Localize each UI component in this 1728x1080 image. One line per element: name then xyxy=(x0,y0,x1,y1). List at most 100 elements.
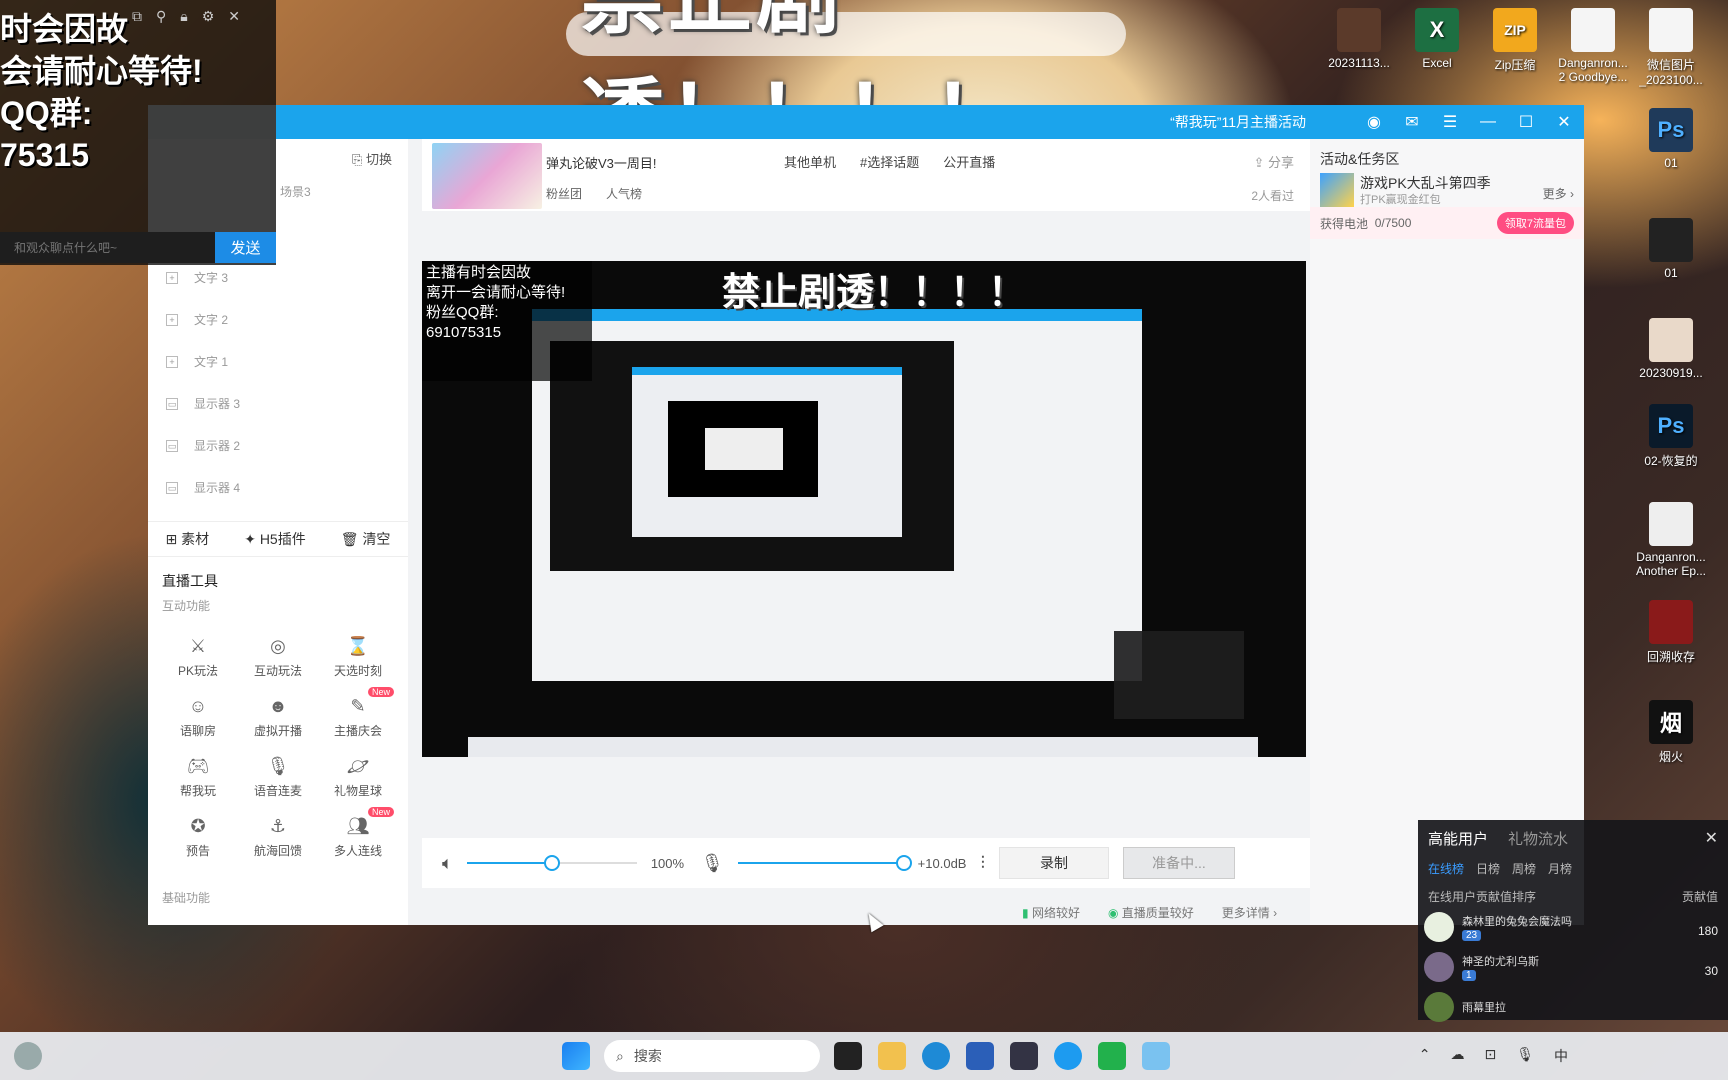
share-button[interactable]: ⇪ 分享 xyxy=(1253,152,1294,171)
fans-button[interactable]: 粉丝团 xyxy=(546,185,582,202)
tab-online[interactable]: 在线榜 xyxy=(1428,860,1464,877)
start-live-button[interactable]: 准备中... xyxy=(1122,847,1235,879)
close-icon[interactable]: ✕ xyxy=(1554,112,1574,132)
source-item[interactable]: + 文字 3 xyxy=(166,269,228,286)
gear-icon[interactable]: ⚙ xyxy=(202,8,215,25)
switch-scene-button[interactable]: ⎘ 切换 xyxy=(352,149,392,168)
event-link[interactable]: “帮我玩”11月主播活动 xyxy=(1170,112,1306,132)
browser-icon[interactable] xyxy=(1054,1042,1082,1070)
desktop-icon[interactable]: 20230919... xyxy=(1634,318,1708,380)
volume-knob[interactable] xyxy=(543,855,560,871)
stream-title[interactable]: 弹丸论破V3一周目! xyxy=(546,153,657,172)
source-item[interactable]: + 文字 2 xyxy=(166,311,228,328)
tool-preview[interactable]: ✪ 预告 xyxy=(158,813,238,859)
desktop-icon[interactable]: 01 xyxy=(1634,218,1708,280)
desktop-icon[interactable]: 20231113... xyxy=(1322,8,1396,70)
topic-link[interactable]: #选择话题 xyxy=(860,152,919,171)
task-view-icon[interactable] xyxy=(834,1042,862,1070)
source-item[interactable]: ▭ 显示器 3 xyxy=(166,395,240,412)
more-details-link[interactable]: 更多详情 › xyxy=(1222,904,1277,921)
source-item[interactable]: + 文字 1 xyxy=(166,353,228,370)
tool-mic-link[interactable]: 🎙︎ 语音连麦 xyxy=(238,753,318,799)
tab-week[interactable]: 周榜 xyxy=(1512,860,1536,877)
file-explorer-icon[interactable] xyxy=(878,1042,906,1070)
live-app-icon[interactable] xyxy=(1142,1042,1170,1070)
menu-icon[interactable]: ☰ xyxy=(1440,112,1460,132)
popularity-button[interactable]: 人气榜 xyxy=(606,185,642,202)
minimize-icon[interactable]: — xyxy=(1478,113,1498,131)
desktop-icon-psd[interactable]: Ps 01 xyxy=(1634,108,1708,170)
taskbar-search[interactable]: ⌕ 搜索 xyxy=(604,1040,820,1072)
tab-high-energy[interactable]: 高能用户 xyxy=(1428,828,1488,849)
tool-gift-planet[interactable]: 🪐︎ 礼物星球 xyxy=(318,753,398,799)
mic-slider[interactable] xyxy=(737,855,912,871)
tool-help-play[interactable]: 🎮︎ 帮我玩 xyxy=(158,753,238,799)
scene-name[interactable]: 场景3 xyxy=(280,183,311,200)
send-button[interactable]: 发送 xyxy=(215,232,276,263)
cloud-icon[interactable]: ☁ xyxy=(1450,1046,1464,1066)
chevron-up-icon[interactable]: ⌃ xyxy=(1419,1046,1431,1066)
record-button[interactable]: 录制 xyxy=(998,847,1109,879)
stream-preview[interactable]: 禁止剧透！！！！ 主播有时会因故 离开一会请耐心等待! 粉丝QQ群: 69107… xyxy=(422,261,1306,757)
cover-thumbnail[interactable] xyxy=(432,143,542,209)
chat-input[interactable] xyxy=(0,232,215,263)
popout-icon[interactable]: ⧉ xyxy=(132,8,142,25)
game-banner-image[interactable] xyxy=(1320,173,1354,207)
lock-icon[interactable]: 🔒︎ xyxy=(180,8,187,25)
tool-voyage[interactable]: ⚓ 航海回馈 xyxy=(238,813,318,859)
close-icon[interactable]: ✕ xyxy=(1705,828,1718,848)
tab-gift-flow[interactable]: 礼物流水 xyxy=(1508,828,1568,849)
wechat-icon[interactable] xyxy=(1098,1042,1126,1070)
tool-celebrate[interactable]: New ✎ 主播庆会 xyxy=(318,687,398,739)
desktop-icon-excel[interactable]: X Excel xyxy=(1400,8,1474,70)
tab-day[interactable]: 日榜 xyxy=(1476,860,1500,877)
pin-icon[interactable]: ⚲ xyxy=(156,8,166,25)
desktop-icon[interactable]: 烟烟火 xyxy=(1634,700,1708,765)
ime-indicator[interactable]: 中 xyxy=(1554,1046,1568,1066)
app-icon[interactable] xyxy=(1010,1042,1038,1070)
desktop-icon[interactable]: Danganron... Another Ep... xyxy=(1634,502,1708,578)
tab-month[interactable]: 月榜 xyxy=(1548,860,1572,877)
maximize-icon[interactable]: ☐ xyxy=(1516,112,1536,132)
avatar[interactable]: ◉ xyxy=(1364,112,1384,132)
user-row[interactable]: 神圣的尤利乌斯 1 xyxy=(1424,952,1539,982)
tool-lucky[interactable]: ⌛ 天选时刻 xyxy=(318,633,398,679)
tool-voice-room[interactable]: ☺ 语聊房 xyxy=(158,693,238,739)
mixer-icon[interactable]: ⫶ xyxy=(980,853,985,874)
desktop-icon-zip[interactable]: ZIP Zip压缩 xyxy=(1478,8,1552,73)
source-item[interactable]: ▭ 显示器 2 xyxy=(166,437,240,454)
user-row[interactable]: 雨幕里拉 xyxy=(1424,992,1506,1022)
game-title[interactable]: 游戏PK大乱斗第四季 xyxy=(1360,173,1491,193)
tool-virtual[interactable]: ☻ 虚拟开播 xyxy=(238,693,318,739)
desktop-icon-psd[interactable]: Ps 02-恢复的 xyxy=(1634,404,1708,469)
tool-interact[interactable]: ◎ 互动玩法 xyxy=(238,633,318,679)
material-button[interactable]: ⊞ 素材 xyxy=(166,529,210,549)
desktop-icon[interactable]: Danganron... 2 Goodbye... xyxy=(1556,8,1630,84)
mail-icon[interactable]: ✉ xyxy=(1402,112,1422,132)
category-link[interactable]: 其他单机 xyxy=(784,152,836,171)
user-name: 森林里的兔兔会魔法吗 xyxy=(1462,916,1572,928)
mic-icon[interactable]: 🎙︎ xyxy=(701,853,724,874)
tool-multi-link[interactable]: New 👥︎ 多人连线 xyxy=(318,807,398,859)
network-icon[interactable]: ⊡ xyxy=(1484,1046,1496,1066)
more-link[interactable]: 更多 › xyxy=(1543,185,1574,202)
mic-knob[interactable] xyxy=(895,855,912,871)
claim-button[interactable]: 领取7流量包 xyxy=(1496,212,1574,234)
tool-pk[interactable]: ⚔ PK玩法 xyxy=(158,633,238,679)
clear-button[interactable]: 🗑︎ 清空 xyxy=(341,529,391,549)
public-live-link[interactable]: 公开直播 xyxy=(943,152,995,171)
desktop-icon[interactable]: 微信图片 _2023100... xyxy=(1634,8,1708,87)
network-status: ▮ 网络较好 xyxy=(1022,904,1080,921)
user-row[interactable]: 森林里的兔兔会魔法吗 23 xyxy=(1424,912,1572,942)
edge-icon[interactable] xyxy=(922,1042,950,1070)
source-item[interactable]: ▭ 显示器 4 xyxy=(166,479,240,496)
store-icon[interactable] xyxy=(966,1042,994,1070)
close-icon[interactable]: ✕ xyxy=(228,8,240,25)
h5-plugin-button[interactable]: ✦ H5插件 xyxy=(244,529,306,549)
mic-icon[interactable]: 🎙︎ xyxy=(1516,1046,1534,1066)
start-icon[interactable] xyxy=(562,1042,590,1070)
desktop-icon[interactable]: 回溯收存 xyxy=(1634,600,1708,665)
widgets-icon[interactable] xyxy=(14,1042,42,1070)
volume-slider[interactable] xyxy=(466,855,637,871)
speaker-icon[interactable]: 🔈︎ xyxy=(442,853,453,874)
